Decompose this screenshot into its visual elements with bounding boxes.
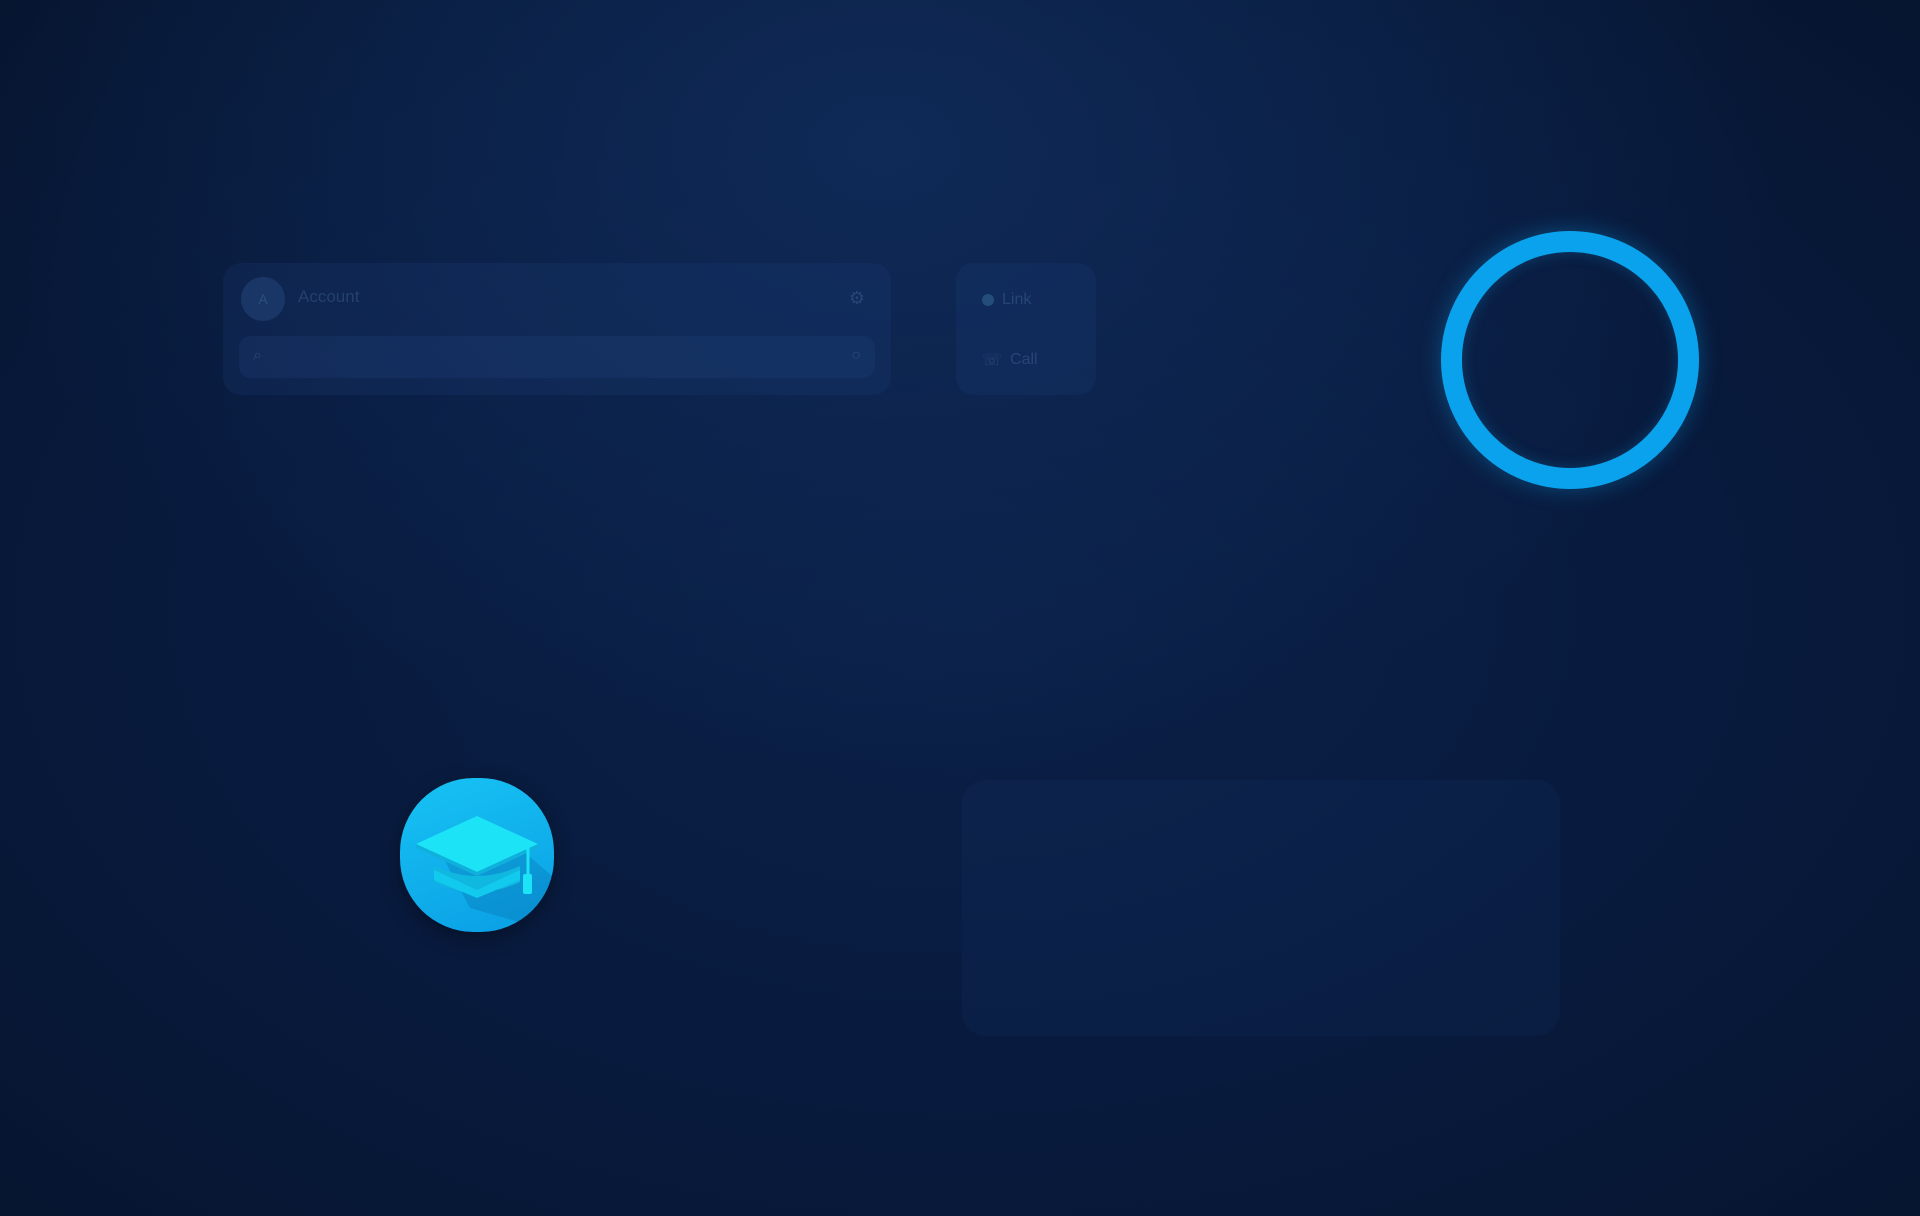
account-name: Account xyxy=(298,287,360,306)
link-icon xyxy=(982,294,994,306)
phone-icon: ☏ xyxy=(982,352,1003,369)
search-icon: ⌕ xyxy=(253,347,262,364)
account-panel: A Account ⚙ ⌕ ○ xyxy=(223,263,891,395)
call-button[interactable]: ☏ Call xyxy=(982,350,1038,370)
placeholder-card xyxy=(962,780,1560,1036)
search-input[interactable]: ⌕ ○ xyxy=(239,336,875,378)
ring-icon[interactable] xyxy=(1441,231,1699,489)
avatar[interactable]: A xyxy=(241,277,285,321)
actions-panel: Link ☏ Call xyxy=(956,263,1096,395)
close-icon[interactable]: ○ xyxy=(851,347,861,365)
link-button[interactable]: Link xyxy=(982,291,1031,309)
link-label: Link xyxy=(1002,291,1032,308)
graduation-cap-icon xyxy=(416,816,554,932)
call-label: Call xyxy=(1010,351,1038,368)
app-tile-education[interactable] xyxy=(400,778,554,932)
avatar-initial: A xyxy=(258,291,268,307)
gear-icon[interactable]: ⚙ xyxy=(849,288,865,309)
